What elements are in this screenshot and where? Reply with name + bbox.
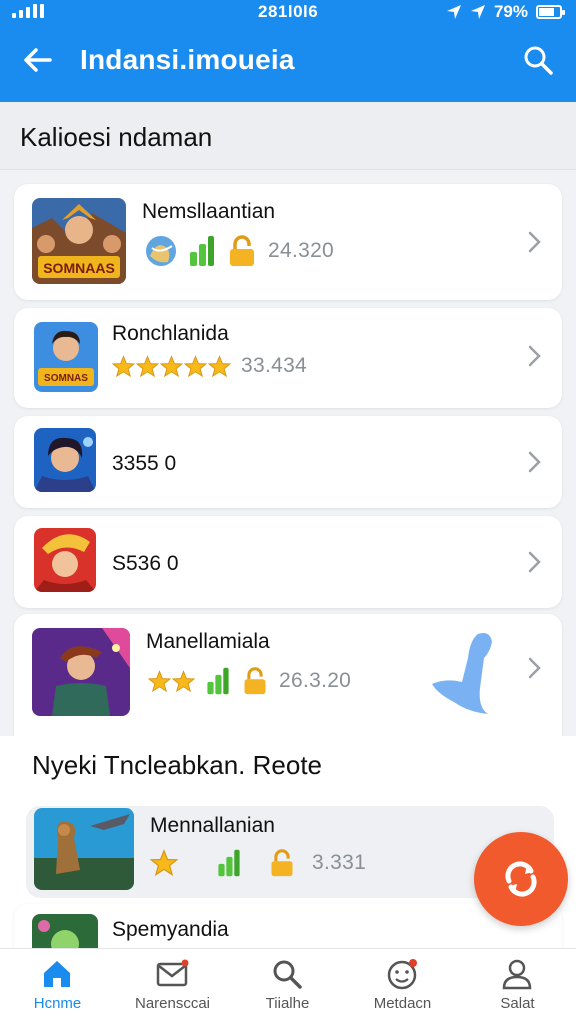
game-title: 3355 0 [112, 452, 177, 475]
battery-icon [536, 5, 565, 19]
bottom-navigation: Hcnme Narensccai Tiialhe Metdacn Salat [0, 948, 576, 1024]
globe-icon [146, 236, 176, 266]
game-meta: 3.331 [150, 848, 366, 878]
search-button[interactable] [520, 42, 556, 78]
game-meta: 26.3.20 [148, 666, 351, 696]
chevron-right-icon [528, 345, 541, 367]
star-icon [208, 354, 231, 377]
battery-percent: 79% [493, 2, 528, 21]
signal-icon [218, 849, 240, 877]
signal-icon [207, 667, 229, 695]
status-time: 281l0l6 [258, 2, 319, 21]
back-button[interactable] [20, 42, 56, 78]
section-title: Kalioesi ndaman [20, 122, 213, 152]
game-count: 24.320 [268, 239, 335, 262]
lock-icon [271, 849, 293, 877]
nav-label: Narensccai [134, 995, 211, 1012]
game-title: S536 0 [112, 552, 179, 575]
rating-stars [112, 354, 231, 378]
refresh-icon [505, 861, 537, 897]
location-arrow-icon-2 [470, 5, 485, 19]
rating-stars [150, 849, 178, 877]
rating-stars [148, 669, 195, 693]
game-title: Nemsllaantian [142, 200, 276, 223]
chevron-right-icon [528, 551, 541, 573]
game-count: 33.434 [241, 354, 308, 377]
game-title: Spemyandia [112, 918, 229, 941]
game-count: 26.3.20 [279, 669, 352, 692]
chevron-right-icon [528, 231, 541, 253]
status-right: 79% [446, 2, 565, 22]
page-title: Indansi.imoueia [80, 44, 295, 75]
signal-strength-icon [12, 4, 44, 18]
game-meta: 24.320 [144, 234, 334, 268]
game-thumbnail [34, 808, 134, 890]
game-thumbnail: SOMNAAS [32, 198, 126, 284]
thumb-text: SOMNAAS [43, 260, 115, 276]
user-icon [502, 959, 532, 990]
status-bar: 281l0l6 79% [0, 0, 576, 26]
game-card-2[interactable]: SOMNAS Ronchlanida 33.434 [14, 308, 562, 408]
game-card-3[interactable]: 3355 0 [14, 416, 562, 508]
mail-icon [156, 959, 189, 987]
star-icon [150, 849, 178, 876]
game-title: Manellamiala [146, 630, 270, 653]
search-icon [273, 960, 302, 989]
star-icon [136, 354, 159, 377]
star-icon [184, 354, 207, 377]
star-icon [112, 354, 135, 377]
chevron-right-icon [528, 451, 541, 473]
home-icon [44, 961, 70, 987]
game-card-1[interactable]: SOMNAAS Nemsllaantian 24.320 [14, 184, 562, 300]
chevron-right-icon [528, 657, 541, 679]
game-count: 3.331 [312, 851, 367, 874]
game-title: Ronchlanida [112, 322, 229, 345]
app-bar: 281l0l6 79% Indansi.imoueia [0, 0, 576, 102]
location-arrow-icon [446, 5, 461, 19]
game-thumbnail [34, 428, 96, 492]
nav-item-messages[interactable]: Narensccai [115, 949, 230, 1024]
star-icon [172, 669, 195, 692]
nav-item-search[interactable]: Tiialhe [230, 949, 345, 1024]
nav-item-home[interactable]: Hcnme [0, 949, 115, 1024]
star-icon [148, 669, 171, 692]
nav-label: Metdacn [373, 995, 432, 1012]
floating-action-button[interactable] [474, 832, 568, 926]
game-title: Mennallanian [150, 814, 275, 837]
game-thumbnail [32, 628, 130, 716]
game-card-4[interactable]: S536 0 [14, 516, 562, 608]
face-icon [387, 959, 417, 990]
nav-item-account[interactable]: Salat [460, 949, 575, 1024]
section-header: Kalioesi ndaman [0, 102, 576, 170]
game-meta: 33.434 [112, 354, 307, 378]
nav-label: Salat [500, 995, 535, 1012]
game-thumbnail: SOMNAS [34, 322, 98, 392]
subsection-title: Nyeki Tncleabkan. Reote [32, 750, 323, 780]
nav-item-profile-face[interactable]: Metdacn [345, 949, 460, 1024]
nav-label: Tiialhe [265, 995, 310, 1012]
game-thumbnail [34, 528, 96, 592]
star-icon [160, 354, 183, 377]
lock-icon [230, 235, 254, 266]
thumb-text: SOMNAS [44, 373, 88, 384]
drag-hand-icon [432, 633, 492, 714]
nav-label: Hcnme [33, 995, 82, 1012]
back-arrow-icon [24, 48, 52, 72]
signal-icon [190, 236, 214, 266]
lock-icon [244, 667, 266, 695]
search-icon [524, 46, 553, 75]
